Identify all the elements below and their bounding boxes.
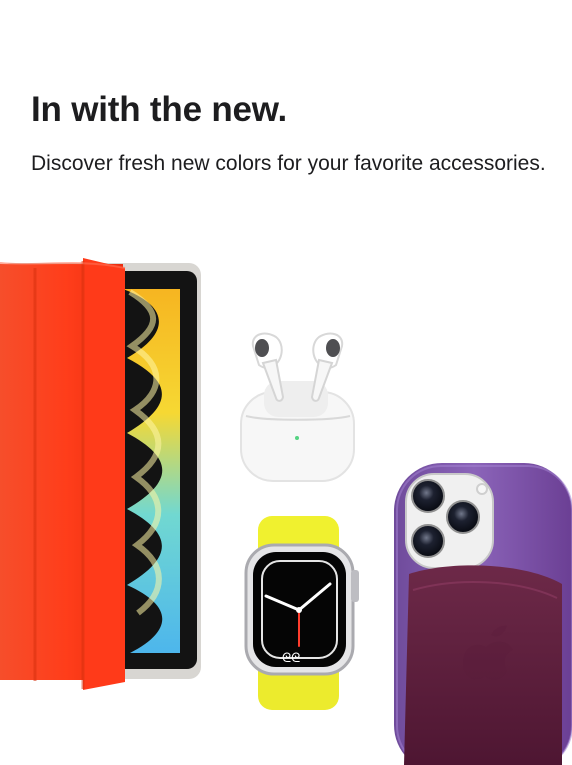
apple-watch-icon: ᘓᘓ xyxy=(244,516,359,710)
ipad-smart-folio-icon xyxy=(0,258,201,690)
svg-text:ᘓᘓ: ᘓᘓ xyxy=(282,651,300,666)
airpods-pro-icon xyxy=(240,332,355,482)
iphone-leather-case-icon xyxy=(394,463,572,765)
product-image-collage: ᘓᘓ xyxy=(0,258,572,765)
